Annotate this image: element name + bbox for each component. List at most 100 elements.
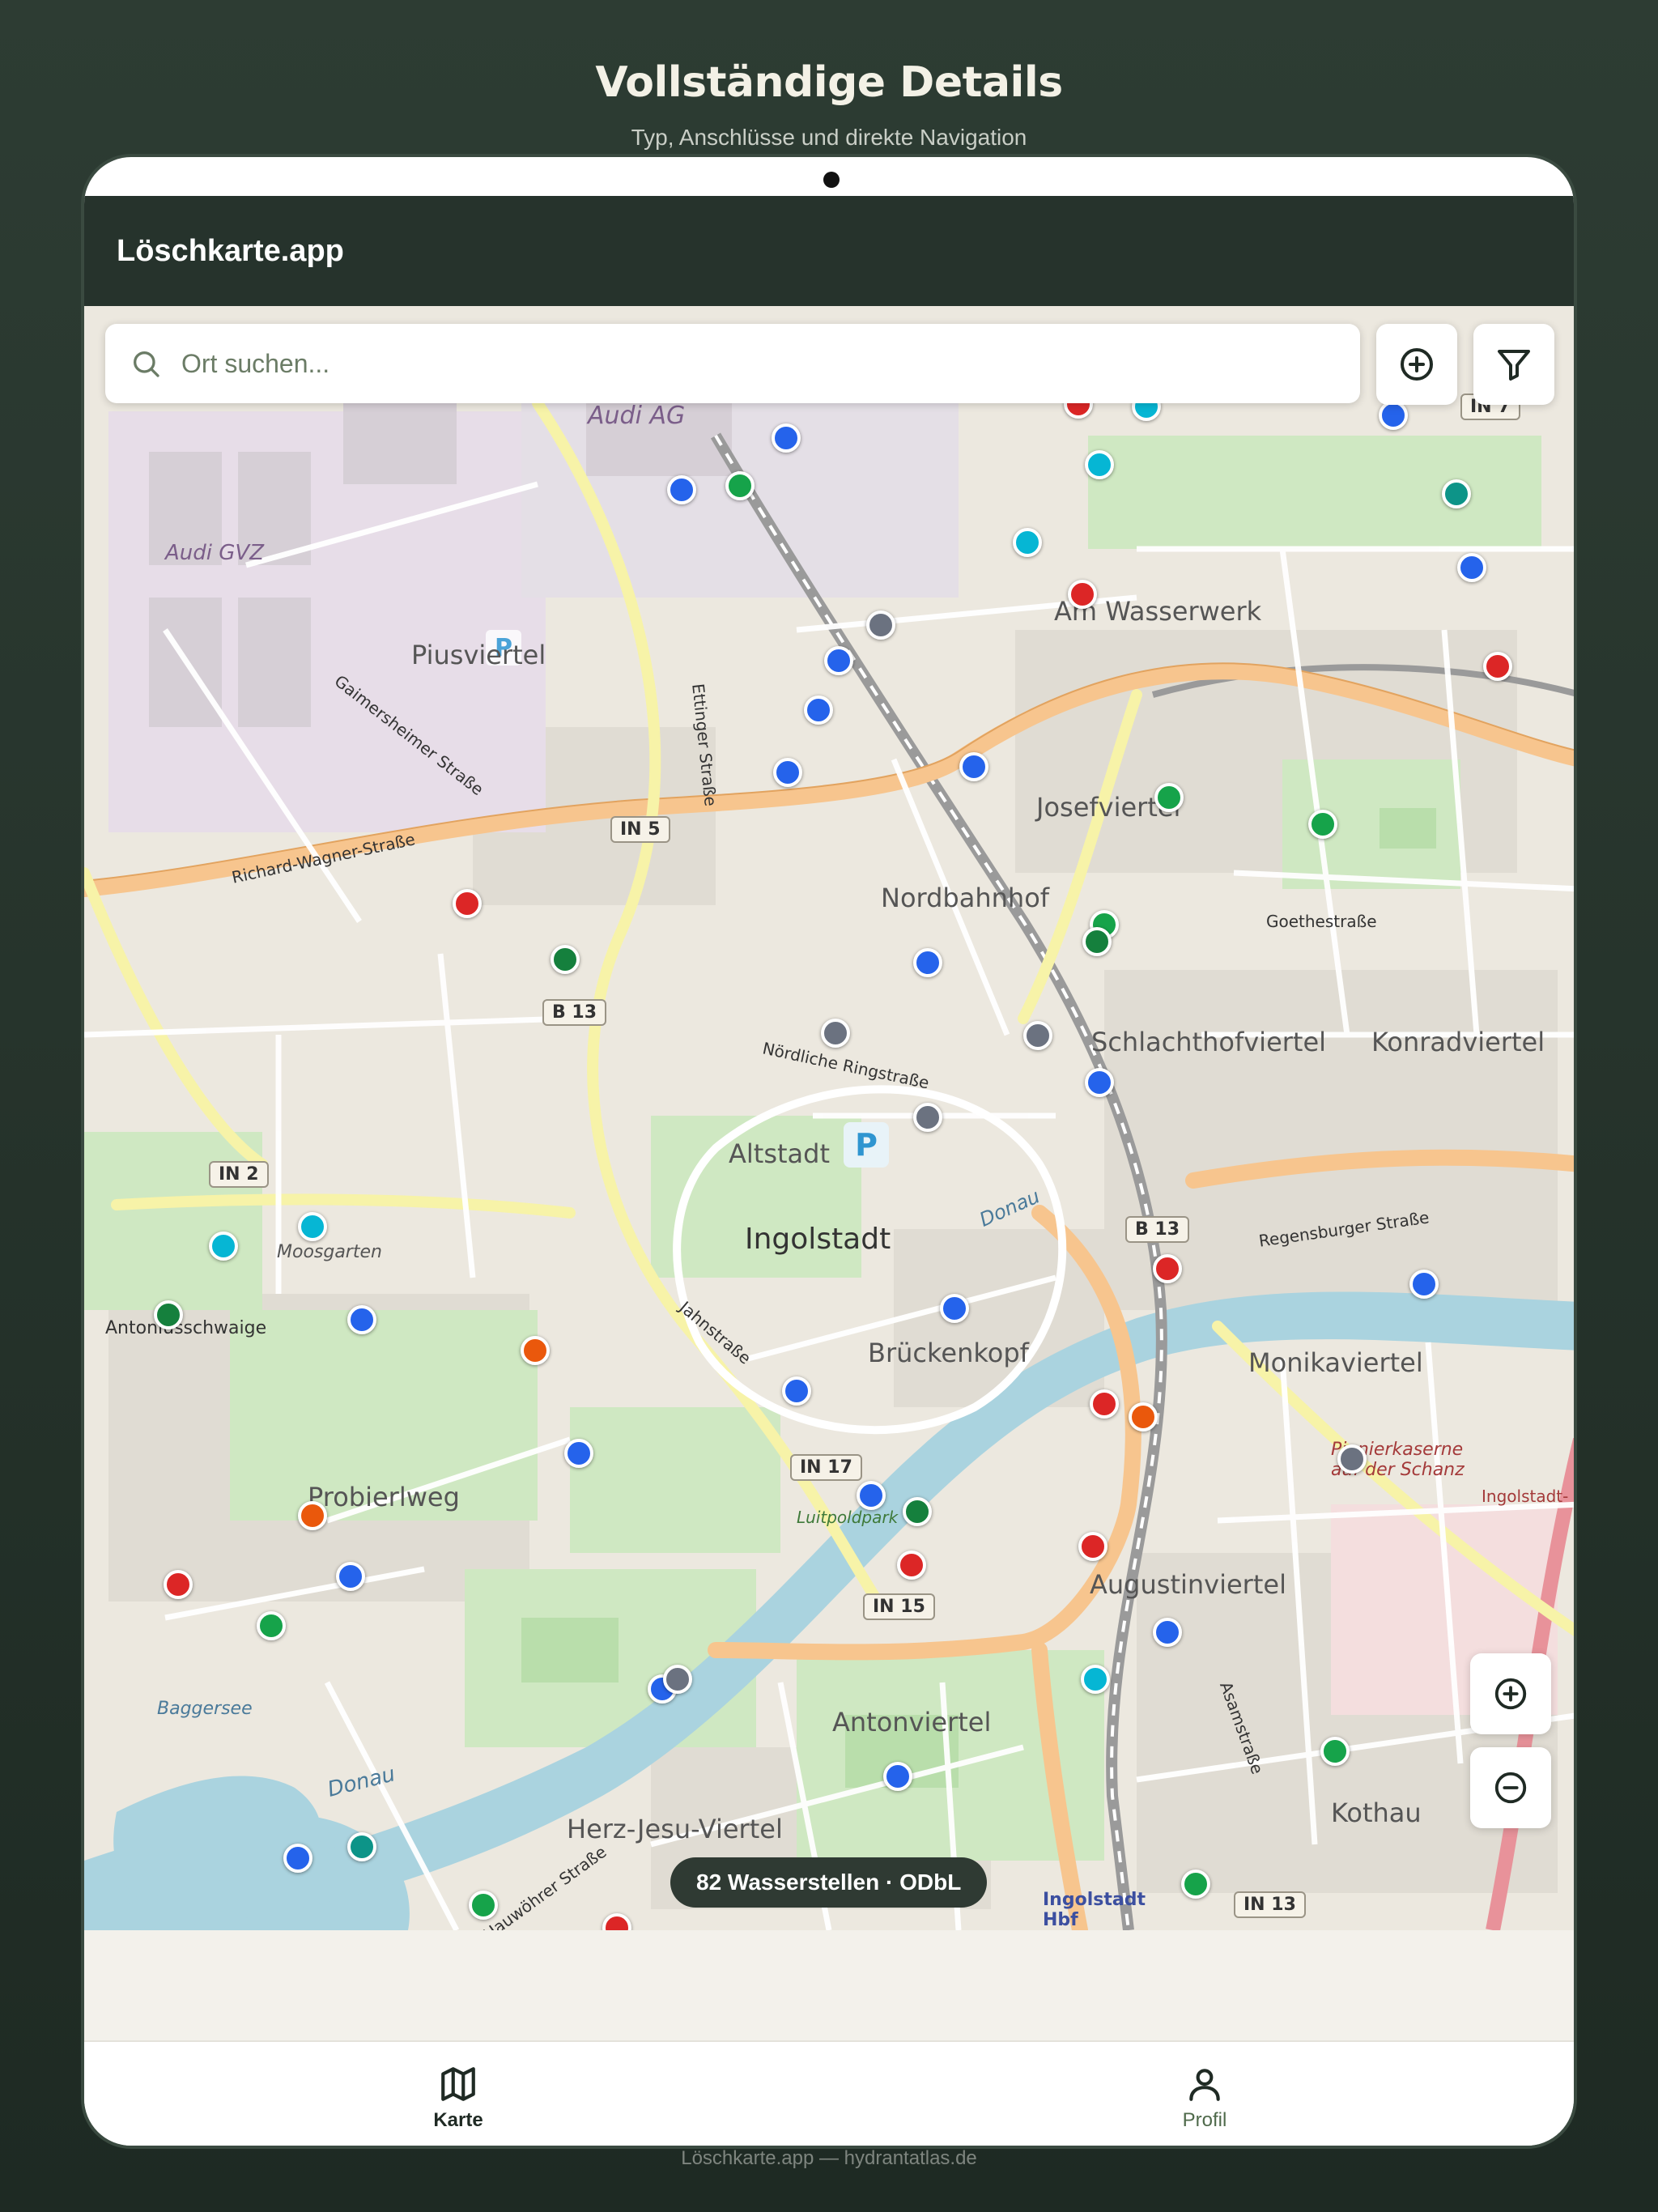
hydrant-marker-cyan[interactable]	[1081, 1664, 1111, 1694]
hydrant-marker-red[interactable]	[453, 888, 483, 918]
hydrant-marker-green[interactable]	[1180, 1869, 1210, 1899]
map-label-ingolstadt: Ingolstadt	[745, 1223, 891, 1256]
footer-credit: Löschkarte.app — hydrantatlas.de	[681, 2147, 977, 2169]
map-tiles: P P	[84, 306, 1574, 1930]
tab-karte-label: Karte	[433, 2109, 483, 2131]
zoom-in-button[interactable]	[1470, 1653, 1551, 1734]
road-shield-in17: IN 17	[790, 1454, 862, 1481]
hydrant-marker-darkgreen[interactable]	[903, 1496, 933, 1526]
hydrant-marker-blue[interactable]	[939, 1293, 969, 1323]
hydrant-marker-green[interactable]	[257, 1610, 287, 1640]
map-label-luitpoldpark: Luitpoldpark	[797, 1508, 899, 1527]
hydrant-marker-blue[interactable]	[823, 645, 853, 675]
road-shield-in5: IN 5	[610, 816, 670, 843]
map-label-altstadt: Altstadt	[729, 1138, 831, 1169]
tab-bar: Karte Profil	[84, 2040, 1574, 2146]
zoom-in-icon	[1494, 1678, 1527, 1710]
hydrant-marker-gray[interactable]	[1022, 1021, 1052, 1051]
map-label-probierlweg: Probierlweg	[308, 1482, 460, 1512]
hydrant-marker-blue[interactable]	[912, 947, 942, 977]
app-header: Löschkarte.app	[84, 196, 1574, 306]
road-shield-b13-west: B 13	[542, 999, 607, 1026]
map-label-nordbahnhof: Nordbahnhof	[881, 883, 1050, 913]
hydrant-marker-red[interactable]	[897, 1550, 927, 1580]
app-title: Löschkarte.app	[117, 233, 344, 268]
map-label-kothau: Kothau	[1331, 1797, 1422, 1828]
hydrant-marker-blue[interactable]	[959, 751, 989, 781]
user-icon	[1189, 2069, 1220, 2101]
map-label-konradviertel: Konradviertel	[1371, 1027, 1545, 1057]
road-shield-in15: IN 15	[863, 1593, 935, 1620]
hydrant-marker-blue[interactable]	[773, 757, 803, 787]
hydrant-marker-green[interactable]	[725, 470, 755, 500]
road-shield-in2: IN 2	[209, 1161, 269, 1188]
map-label-audi-ag: Audi AG	[588, 402, 686, 430]
map-label-goethestrasse: Goethestraße	[1266, 912, 1377, 931]
hydrant-marker-green[interactable]	[1320, 1736, 1350, 1766]
hydrant-marker-red[interactable]	[1078, 1532, 1107, 1562]
map-label-herz-jesu-viertel: Herz-Jesu-Viertel	[567, 1814, 783, 1844]
tab-karte[interactable]: Karte	[337, 2042, 580, 2146]
tab-profil-label: Profil	[1182, 2109, 1227, 2131]
hydrant-marker-red[interactable]	[1089, 1389, 1119, 1419]
hydrant-marker-blue[interactable]	[335, 1561, 365, 1591]
hydrant-marker-teal[interactable]	[346, 1832, 376, 1862]
map-label-ingolstadt-nord: Ingolstadt-	[1482, 1487, 1569, 1506]
hydrant-marker-blue[interactable]	[1409, 1270, 1439, 1300]
add-water-source-button[interactable]	[1376, 324, 1457, 405]
zoom-out-button[interactable]	[1470, 1747, 1551, 1828]
hydrant-marker-red[interactable]	[1152, 1253, 1182, 1283]
map-label-piusviertel: Piusviertel	[411, 640, 546, 670]
hydrant-marker-orange[interactable]	[521, 1335, 551, 1365]
hydrant-marker-gray[interactable]	[912, 1103, 942, 1133]
map-icon	[441, 2067, 475, 2101]
hydrant-marker-red[interactable]	[1482, 651, 1512, 681]
hydrant-marker-blue[interactable]	[1378, 400, 1408, 430]
map-label-brueckenkopf: Brückenkopf	[868, 1338, 1029, 1368]
hydrant-marker-gray[interactable]	[821, 1018, 851, 1048]
hydrant-marker-blue[interactable]	[1085, 1067, 1115, 1097]
hydrant-marker-green[interactable]	[1307, 810, 1337, 840]
hero-subtitle: Typ, Anschlüsse und direkte Navigation	[631, 125, 1027, 150]
hydrant-marker-blue[interactable]	[781, 1376, 811, 1406]
hydrant-marker-cyan[interactable]	[1085, 449, 1115, 479]
map-label-hbf: Ingolstadt Hbf	[1043, 1890, 1146, 1930]
plus-circle-icon	[1401, 348, 1433, 381]
road-shield-b13-east: B 13	[1125, 1216, 1190, 1243]
water-source-count-badge: 82 Wasserstellen · ODbL	[670, 1857, 988, 1908]
map-label-monikaviertel: Monikaviertel	[1248, 1347, 1423, 1378]
tab-profil[interactable]: Profil	[1083, 2042, 1326, 2146]
hydrant-marker-cyan[interactable]	[208, 1231, 238, 1261]
road-shield-in13: IN 13	[1234, 1891, 1306, 1918]
hydrant-marker-darkgreen[interactable]	[1082, 926, 1112, 956]
filter-button[interactable]	[1473, 324, 1554, 405]
hydrant-marker-blue[interactable]	[883, 1762, 913, 1792]
hydrant-marker-blue[interactable]	[346, 1304, 376, 1334]
camera-dot	[823, 172, 840, 188]
search-icon	[134, 351, 159, 377]
map-label-antoniusschwaige: Antoniusschwaige	[105, 1318, 267, 1338]
tablet-frame: Löschkarte.app P P Audi AG Audi GVZ Pius…	[81, 154, 1577, 2149]
map-label-audi-gvz: Audi GVZ	[165, 541, 265, 565]
map-label-augustinviertel: Augustinviertel	[1090, 1569, 1286, 1600]
svg-text:P: P	[855, 1127, 878, 1163]
hydrant-marker-gray[interactable]	[663, 1664, 693, 1694]
hydrant-marker-cyan[interactable]	[297, 1211, 327, 1241]
map-view[interactable]: P P Audi AG Audi GVZ Piusviertel Am Wass…	[84, 306, 1574, 1930]
map-label-moosgarten: Moosgarten	[277, 1242, 382, 1262]
hydrant-marker-green[interactable]	[468, 1890, 498, 1920]
map-label-antonviertel: Antonviertel	[832, 1707, 992, 1738]
hydrant-marker-orange[interactable]	[297, 1500, 327, 1530]
filter-icon	[1498, 350, 1530, 381]
search-bar[interactable]	[105, 324, 1360, 403]
map-label-baggersee: Baggersee	[157, 1699, 253, 1719]
hydrant-marker-darkgreen[interactable]	[550, 945, 580, 975]
hero-title: Vollständige Details	[595, 58, 1063, 107]
hydrant-marker-blue[interactable]	[564, 1439, 594, 1469]
search-input[interactable]	[180, 347, 1316, 380]
hydrant-marker-green[interactable]	[1154, 782, 1184, 812]
hydrant-marker-orange[interactable]	[1129, 1402, 1158, 1431]
hydrant-marker-cyan[interactable]	[1013, 527, 1043, 557]
hydrant-marker-blue[interactable]	[772, 423, 801, 453]
bottom-panel	[84, 1930, 1574, 2040]
